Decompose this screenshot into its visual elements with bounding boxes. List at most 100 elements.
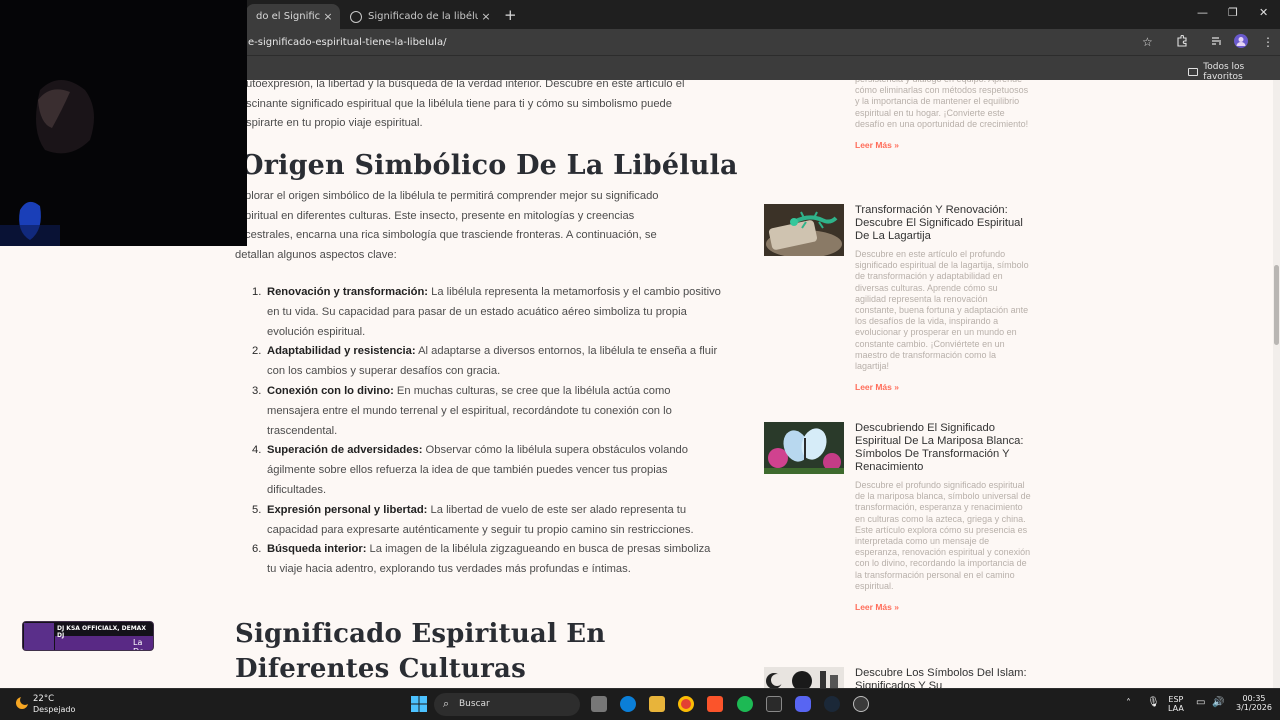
stream-banner-sub: La De bbox=[133, 638, 144, 650]
text-line: plorar el origen simbólico de la libélul… bbox=[245, 190, 659, 202]
stream-banner-text: DJ KSA OFFICIALX, DEMAX DJ bbox=[57, 625, 146, 639]
profile-avatar[interactable] bbox=[1234, 34, 1248, 51]
all-bookmarks-folder[interactable]: Todos los favoritos bbox=[1188, 62, 1280, 82]
tab-title: do el Significado Es bbox=[256, 11, 320, 22]
start-button[interactable] bbox=[411, 696, 427, 716]
text-line: utoexpresión, la libertad y la búsqueda … bbox=[246, 80, 685, 90]
read-more-link[interactable]: Leer Más » bbox=[855, 140, 1031, 150]
clock[interactable]: 00:35 3/1/2026 bbox=[1236, 694, 1272, 712]
list-number: 3. bbox=[252, 384, 262, 397]
file-explorer-icon[interactable] bbox=[649, 696, 665, 712]
weather-temp: 22°C bbox=[33, 694, 55, 704]
language-indicator[interactable]: ESP LAA bbox=[1168, 695, 1184, 713]
islam-symbols-thumbnail[interactable] bbox=[764, 667, 844, 688]
scrollbar-thumb[interactable] bbox=[1274, 265, 1279, 345]
text-line: piritual en diferentes culturas. Este in… bbox=[245, 209, 635, 222]
list-item: 6. Búsqueda interior: La imagen de la lib… bbox=[252, 540, 722, 580]
list-item: 1. Renovación y transformación: La libélu… bbox=[252, 283, 722, 342]
bookmark-star-icon[interactable]: ☆ bbox=[1142, 35, 1153, 49]
url-field[interactable]: e-significado-espiritual-tiene-la-libelu… bbox=[248, 37, 446, 48]
weather-widget[interactable] bbox=[14, 694, 30, 714]
webcam-overlay bbox=[0, 0, 247, 246]
task-view-icon[interactable] bbox=[591, 696, 607, 712]
post-excerpt: persistencia y diálogo en equipo. Aprend… bbox=[855, 80, 1029, 129]
obs-icon[interactable] bbox=[853, 696, 869, 712]
read-more-link[interactable]: Leer Más » bbox=[855, 602, 1031, 612]
tab-title: Significado de la libélula: ¿Qué bbox=[368, 11, 478, 22]
page-scrollbar[interactable] bbox=[1273, 80, 1280, 688]
weather-desc: Despejado bbox=[33, 705, 76, 714]
section-heading-origen: Origen Simbólico De La Libélula bbox=[240, 150, 738, 181]
stream-banner: DJ KSA OFFICIALX, DEMAX DJ La De bbox=[22, 621, 154, 651]
edge-icon[interactable] bbox=[620, 696, 636, 712]
post-title[interactable]: Transformación Y Renovación: Descubre El… bbox=[855, 204, 1031, 243]
clock-date: 3/1/2026 bbox=[1236, 703, 1272, 712]
section-heading-culturas: Significado Espiritual En Diferentes Cul… bbox=[235, 619, 606, 684]
list-item: 2. Adaptabilidad y resistencia: Al adapta… bbox=[252, 342, 722, 382]
steam-icon[interactable] bbox=[824, 696, 840, 712]
intro-paragraph: utoexpresión, la libertad y la búsqueda … bbox=[246, 80, 726, 134]
aspects-list: 1. Renovación y transformación: La libélu… bbox=[252, 283, 722, 580]
brave-icon[interactable] bbox=[707, 696, 723, 712]
network-icon[interactable]: ▭ bbox=[1196, 697, 1205, 708]
extensions-icon[interactable] bbox=[1176, 34, 1188, 50]
tab-active[interactable]: do el Significado Es × bbox=[246, 4, 340, 29]
post-body: Transformación Y Renovación: Descubre El… bbox=[855, 204, 1031, 392]
list-number: 5. bbox=[252, 503, 262, 516]
search-label: Buscar bbox=[459, 699, 490, 709]
origen-paragraph: plorar el origen simbólico de la libélul… bbox=[235, 187, 725, 265]
text-line: cestrales, encarna una rica simbología q… bbox=[245, 229, 657, 242]
post-body: Descubriendo El Significado Espiritual D… bbox=[855, 422, 1031, 612]
list-item: 4. Superación de adversidades: Observar c… bbox=[252, 441, 722, 500]
butterfly-thumbnail[interactable] bbox=[764, 422, 844, 474]
restore-button[interactable]: ❐ bbox=[1228, 6, 1238, 19]
discord-icon[interactable] bbox=[795, 696, 811, 712]
post-title[interactable]: Descubriendo El Significado Espiritual D… bbox=[855, 422, 1031, 474]
new-tab-button[interactable]: + bbox=[504, 6, 517, 24]
chevron-up-icon[interactable]: ˄ bbox=[1126, 698, 1131, 709]
window-close-button[interactable]: ✕ bbox=[1259, 6, 1268, 19]
close-tab-icon[interactable]: × bbox=[320, 10, 336, 23]
lang-layout: LAA bbox=[1168, 704, 1184, 713]
close-tab-icon[interactable]: × bbox=[478, 10, 494, 23]
tab-inactive[interactable]: Significado de la libélula: ¿Qué × bbox=[342, 4, 498, 29]
windows-taskbar: 22°C Despejado ⌕ Buscar ˄ 🎙 ESP LAA ▭ 🔊 … bbox=[0, 688, 1280, 720]
moon-weather-icon bbox=[16, 695, 30, 709]
text-line: spirarte en tu propio viaje espiritual. bbox=[246, 117, 423, 130]
post-title[interactable]: Descubre Los Símbolos Del Islam: Signifi… bbox=[855, 667, 1031, 688]
list-number: 2. bbox=[252, 345, 262, 358]
all-bookmarks-label: Todos los favoritos bbox=[1203, 62, 1245, 82]
list-number: 1. bbox=[252, 286, 262, 298]
post-excerpt: Descubre el profundo significado espirit… bbox=[855, 480, 1031, 591]
epic-games-icon[interactable] bbox=[766, 696, 782, 712]
windows-logo-icon bbox=[411, 696, 427, 712]
list-item: 5. Expresión personal y libertad: La libe… bbox=[252, 501, 722, 541]
list-item-title: Superación de adversidades: bbox=[267, 444, 423, 457]
post-excerpt: Descubre en este artículo el profundo si… bbox=[855, 249, 1029, 372]
volume-icon[interactable]: 🔊 bbox=[1212, 697, 1224, 708]
spotify-icon[interactable] bbox=[737, 696, 753, 712]
menu-dots-icon[interactable]: ⋮ bbox=[1262, 35, 1274, 49]
taskbar-search[interactable]: ⌕ Buscar bbox=[434, 693, 580, 716]
text-line: scinante significado espiritual que la l… bbox=[246, 97, 672, 110]
microphone-icon[interactable]: 🎙 bbox=[1147, 697, 1160, 708]
minimize-button[interactable]: — bbox=[1197, 6, 1208, 19]
globe-icon bbox=[350, 10, 362, 23]
list-item-title: Búsqueda interior: bbox=[267, 543, 367, 556]
clock-time: 00:35 bbox=[1242, 694, 1266, 703]
lang-code: ESP bbox=[1168, 695, 1184, 704]
text-line: detallan algunos aspectos clave: bbox=[235, 248, 397, 261]
lizard-thumbnail[interactable] bbox=[764, 204, 844, 256]
read-more-link[interactable]: Leer Más » bbox=[855, 382, 1031, 392]
list-item: 3. Conexión con lo divino: En muchas cult… bbox=[252, 382, 722, 441]
list-item-title: Renovación y transformación: bbox=[267, 286, 429, 298]
list-number: 4. bbox=[252, 444, 262, 457]
media-control-icon[interactable] bbox=[1211, 35, 1223, 50]
post-body: persistencia y diálogo en equipo. Aprend… bbox=[855, 80, 1031, 150]
post-body: Descubre Los Símbolos Del Islam: Signifi… bbox=[855, 667, 1031, 688]
search-icon: ⌕ bbox=[443, 697, 450, 710]
list-item-title: Adaptabilidad y resistencia: bbox=[267, 345, 416, 358]
list-number: 6. bbox=[252, 543, 262, 556]
list-item-title: Expresión personal y libertad: bbox=[267, 503, 428, 516]
chrome-icon[interactable] bbox=[678, 696, 694, 712]
